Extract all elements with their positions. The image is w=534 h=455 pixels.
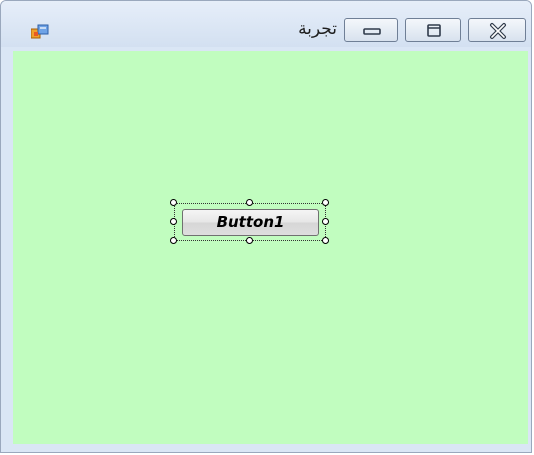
form-client-area[interactable] [13, 51, 528, 444]
minimize-button[interactable] [344, 18, 398, 42]
resize-handle-top-left[interactable] [170, 199, 177, 206]
resize-handle-top-right[interactable] [322, 199, 329, 206]
title-bar[interactable]: تجربة [1, 1, 531, 47]
button1[interactable]: Button1 [182, 209, 319, 236]
close-icon [490, 23, 506, 39]
form-app-icon[interactable] [30, 24, 49, 40]
resize-handle-bottom[interactable] [246, 237, 253, 244]
maximize-icon [427, 24, 441, 37]
minimize-icon [363, 28, 381, 35]
resize-handle-bottom-right[interactable] [322, 237, 329, 244]
maximize-button[interactable] [405, 18, 461, 42]
resize-handle-left[interactable] [170, 218, 177, 225]
resize-handle-bottom-left[interactable] [170, 237, 177, 244]
resize-handle-top[interactable] [246, 199, 253, 206]
window-title: تجربة [298, 19, 337, 39]
close-button[interactable] [468, 18, 526, 42]
resize-handle-right[interactable] [322, 218, 329, 225]
